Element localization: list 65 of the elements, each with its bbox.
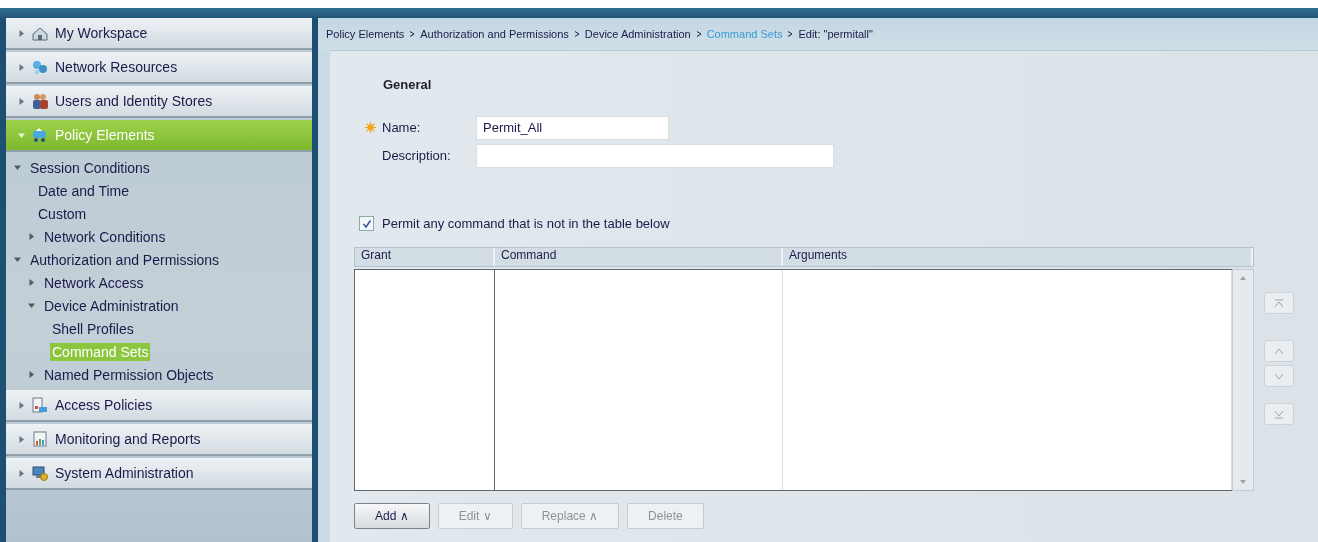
- tree-item[interactable]: Authorization and Permissions: [28, 250, 222, 269]
- expand-arrow-icon[interactable]: [18, 435, 25, 443]
- tree-item[interactable]: Named Permission Objects: [42, 365, 216, 384]
- nav-section-header[interactable]: System Administration: [6, 458, 312, 490]
- tree-item[interactable]: Custom: [36, 204, 89, 223]
- nav-section-header[interactable]: Network Resources: [6, 52, 312, 84]
- expand-arrow-icon[interactable]: [18, 63, 25, 71]
- scroll-up-icon[interactable]: [1240, 276, 1246, 280]
- section-label: System Administration: [55, 465, 194, 481]
- nav-section-header[interactable]: Monitoring and Reports: [6, 424, 312, 456]
- breadcrumb-item: Edit: "permitall": [798, 28, 873, 40]
- breadcrumb-item: Device Administration: [584, 28, 691, 40]
- scroll-down-icon[interactable]: [1240, 480, 1246, 484]
- tree-item[interactable]: Device Administration: [42, 296, 181, 315]
- expand-arrow-icon[interactable]: [28, 233, 35, 240]
- text-field[interactable]: Permit_All: [476, 115, 669, 140]
- chevron-icon: [573, 31, 580, 37]
- nav-section-header[interactable]: My Workspace: [6, 18, 312, 50]
- expand-arrow-icon[interactable]: [14, 256, 21, 263]
- expand-arrow-icon[interactable]: [28, 371, 35, 378]
- expand-arrow-icon[interactable]: [18, 469, 25, 477]
- nav-section-header[interactable]: Users and Identity Stores: [6, 86, 312, 118]
- action-button[interactable]: Add ∧: [354, 503, 430, 529]
- move-bottom-icon: [1273, 408, 1285, 420]
- section-label: Access Policies: [55, 397, 153, 413]
- expand-arrow-icon[interactable]: [18, 97, 25, 105]
- check-icon: [361, 218, 372, 229]
- tree-item[interactable]: Network Access: [42, 273, 146, 292]
- network-icon: [31, 58, 49, 76]
- checkbox[interactable]: [359, 216, 374, 231]
- expand-arrow-icon[interactable]: [14, 164, 21, 171]
- expand-arrow-icon[interactable]: [18, 29, 25, 37]
- scrollbar[interactable]: [1232, 269, 1254, 491]
- breadcrumb-item: Policy Elements: [326, 28, 405, 40]
- computer-gear-icon: [31, 464, 49, 482]
- column-header[interactable]: Command: [495, 248, 783, 266]
- section-title: General: [383, 77, 433, 92]
- tree-item[interactable]: Session Conditions: [28, 158, 152, 177]
- breadcrumb-item: Authorization and Permissions: [420, 28, 569, 40]
- section-label: Policy Elements: [55, 127, 155, 143]
- chevron-icon: [787, 31, 794, 37]
- move-top-icon: [1273, 297, 1285, 309]
- tree-item[interactable]: Date and Time: [36, 181, 132, 200]
- field-label: Description:: [382, 148, 452, 163]
- report-icon: [31, 430, 49, 448]
- section-label: Network Resources: [55, 59, 178, 75]
- checkbox-label: Permit any command that is not in the table below: [382, 216, 670, 231]
- nav-section-header[interactable]: Access Policies: [6, 390, 312, 422]
- users-icon: [31, 92, 49, 110]
- expand-arrow-icon[interactable]: [28, 279, 35, 286]
- section-label: My Workspace: [55, 25, 148, 41]
- chevron-icon: [695, 31, 702, 37]
- text-field[interactable]: [476, 143, 834, 168]
- column-header[interactable]: Grant: [355, 248, 495, 266]
- chevron-icon: [409, 31, 416, 37]
- section-label: Users and Identity Stores: [55, 93, 213, 109]
- policy-icon: [31, 126, 49, 144]
- column-header[interactable]: Arguments: [783, 248, 1253, 266]
- expand-arrow-icon[interactable]: [18, 401, 25, 409]
- field-label: Name:: [382, 120, 422, 135]
- tree-item[interactable]: Network Conditions: [42, 227, 168, 246]
- expand-arrow-icon[interactable]: [28, 302, 35, 309]
- section-label: Monitoring and Reports: [55, 431, 201, 447]
- tree-item[interactable]: Shell Profiles: [50, 319, 136, 338]
- policy-sheet-icon: [31, 396, 49, 414]
